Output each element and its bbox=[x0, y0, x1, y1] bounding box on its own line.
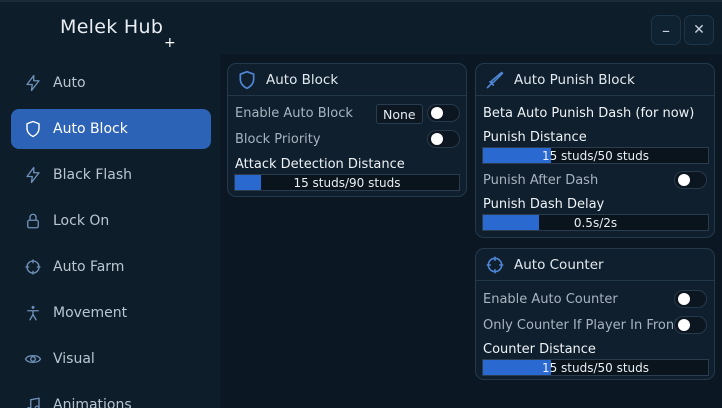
sidebar-item-animations[interactable]: Animations bbox=[11, 385, 211, 408]
sidebar-item-label: Lock On bbox=[53, 213, 109, 229]
enable-auto-counter-label: Enable Auto Counter bbox=[483, 292, 618, 307]
shield-icon bbox=[23, 119, 43, 139]
beta-auto-punish-label: Beta Auto Punish Dash (for now) bbox=[483, 106, 694, 121]
panel-title: Auto Block bbox=[266, 72, 338, 88]
sidebar-item-visual[interactable]: Visual bbox=[11, 339, 211, 379]
app-window: Melek Hub + – ✕ Auto Auto Block Black Fl… bbox=[0, 0, 722, 406]
punish-dash-delay-slider[interactable]: 0.5s/2s bbox=[482, 214, 709, 231]
enable-auto-block-label: Enable Auto Block bbox=[235, 106, 353, 121]
slider-value: 15 studs/50 studs bbox=[483, 148, 708, 163]
close-icon: ✕ bbox=[693, 22, 705, 38]
person-icon bbox=[23, 303, 43, 323]
auto-punish-block-header: Auto Punish Block bbox=[476, 64, 714, 96]
auto-block-header: Auto Block bbox=[228, 64, 466, 96]
panel-title: Auto Counter bbox=[514, 257, 604, 273]
sidebar-item-movement[interactable]: Movement bbox=[11, 293, 211, 333]
sidebar-item-label: Movement bbox=[53, 305, 127, 321]
sidebar-item-label: Black Flash bbox=[53, 167, 132, 183]
slider-value: 15 studs/90 studs bbox=[235, 175, 459, 190]
mouse-cursor: + bbox=[164, 36, 176, 50]
title-bar[interactable]: Melek Hub + – ✕ bbox=[0, 2, 722, 55]
lightning-icon bbox=[23, 165, 43, 185]
only-counter-front-toggle[interactable] bbox=[674, 316, 707, 334]
auto-block-panel: Auto Block Enable Auto Block None Block … bbox=[227, 63, 467, 197]
minimize-button[interactable]: – bbox=[651, 15, 681, 45]
punish-dash-delay-label: Punish Dash Delay bbox=[483, 197, 604, 212]
block-priority-label: Block Priority bbox=[235, 132, 321, 147]
attack-detection-distance-slider[interactable]: 15 studs/90 studs bbox=[234, 174, 460, 191]
enable-auto-counter-toggle[interactable] bbox=[674, 290, 707, 308]
lightning-icon bbox=[23, 73, 43, 93]
counter-distance-slider[interactable]: 15 studs/50 studs bbox=[482, 359, 709, 376]
lock-icon bbox=[23, 211, 43, 231]
sword-icon bbox=[484, 69, 506, 91]
eye-icon bbox=[23, 349, 43, 369]
sidebar-item-label: Visual bbox=[53, 351, 95, 367]
attack-detection-distance-label: Attack Detection Distance bbox=[235, 157, 405, 172]
slider-value: 0.5s/2s bbox=[483, 215, 708, 230]
sidebar: Auto Auto Block Black Flash Lock On Auto… bbox=[0, 54, 220, 408]
sidebar-item-label: Auto Farm bbox=[53, 259, 124, 275]
auto-punish-block-panel: Auto Punish Block Beta Auto Punish Dash … bbox=[475, 63, 715, 238]
music-icon bbox=[23, 395, 43, 408]
close-button[interactable]: ✕ bbox=[684, 15, 714, 45]
auto-counter-panel: Auto Counter Enable Auto Counter Only Co… bbox=[475, 248, 715, 380]
main-content: Auto Block Enable Auto Block None Block … bbox=[220, 54, 722, 408]
punish-distance-slider[interactable]: 15 studs/50 studs bbox=[482, 147, 709, 164]
punish-distance-label: Punish Distance bbox=[483, 130, 587, 145]
sidebar-item-label: Auto Block bbox=[53, 121, 128, 137]
crosshair-icon bbox=[23, 257, 43, 277]
sidebar-item-label: Animations bbox=[53, 397, 132, 408]
slider-value: 15 studs/50 studs bbox=[483, 360, 708, 375]
sidebar-item-auto[interactable]: Auto bbox=[11, 63, 211, 103]
sidebar-item-auto-block[interactable]: Auto Block bbox=[11, 109, 211, 149]
only-counter-front-label: Only Counter If Player In Front bbox=[483, 318, 679, 333]
minimize-icon: – bbox=[662, 21, 670, 40]
crosshair-icon bbox=[484, 254, 506, 276]
panel-title: Auto Punish Block bbox=[514, 72, 635, 88]
shield-icon bbox=[236, 69, 258, 91]
sidebar-item-black-flash[interactable]: Black Flash bbox=[11, 155, 211, 195]
auto-counter-header: Auto Counter bbox=[476, 249, 714, 281]
sidebar-item-lock-on[interactable]: Lock On bbox=[11, 201, 211, 241]
sidebar-item-label: Auto bbox=[53, 75, 86, 91]
enable-auto-block-toggle[interactable] bbox=[427, 104, 460, 122]
auto-block-mode-dropdown[interactable]: None bbox=[376, 104, 423, 124]
sidebar-item-auto-farm[interactable]: Auto Farm bbox=[11, 247, 211, 287]
block-priority-toggle[interactable] bbox=[427, 130, 460, 148]
punish-after-dash-toggle[interactable] bbox=[674, 171, 707, 189]
counter-distance-label: Counter Distance bbox=[483, 342, 596, 357]
punish-after-dash-label: Punish After Dash bbox=[483, 173, 598, 188]
app-title: Melek Hub bbox=[60, 16, 163, 38]
